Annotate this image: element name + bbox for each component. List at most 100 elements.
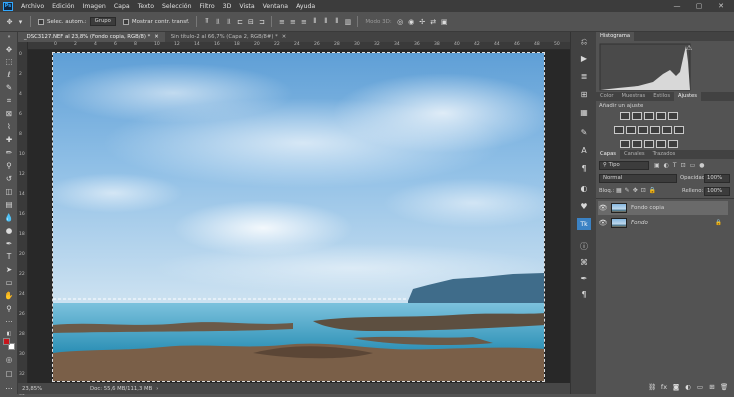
- quick-selection-tool-icon[interactable]: ✎: [3, 82, 15, 93]
- rectangle-tool-icon[interactable]: ▭: [3, 277, 15, 288]
- black-white-icon[interactable]: [638, 126, 648, 134]
- distribute-hcenter-icon[interactable]: ⦀: [320, 16, 331, 27]
- menu-ventana[interactable]: Ventana: [259, 3, 292, 10]
- move-tool-icon[interactable]: ✥: [4, 16, 15, 27]
- move-tool-icon[interactable]: ✥: [3, 44, 15, 55]
- auto-select-option[interactable]: Selec. autom.:: [35, 16, 90, 27]
- layer-row-fondo-copia[interactable]: 👁 Fondo copia: [598, 201, 728, 215]
- frame-tool-icon[interactable]: ⊠: [3, 108, 15, 119]
- add-mask-icon[interactable]: ◙: [672, 383, 680, 391]
- distribute-left-icon[interactable]: ⦀: [309, 16, 320, 27]
- blend-mode-select[interactable]: Normal: [599, 174, 677, 183]
- toolbar-collapse-icon[interactable]: »: [3, 34, 15, 40]
- clone-source-panel-icon[interactable]: ◐: [577, 182, 591, 194]
- menu-seleccion[interactable]: Selección: [158, 3, 196, 10]
- group-select[interactable]: Grupo: [89, 17, 116, 26]
- gradient-tool-icon[interactable]: ▤: [3, 199, 15, 210]
- tab-histogram[interactable]: Histograma: [596, 32, 635, 41]
- glyphs-panel-icon[interactable]: ¶: [577, 288, 591, 300]
- marquee-tool-icon[interactable]: ⬚: [3, 56, 15, 67]
- auto-select-checkbox[interactable]: [38, 18, 44, 25]
- distribute-vcenter-icon[interactable]: ≡: [287, 16, 298, 27]
- align-bottom-icon[interactable]: ⫫: [223, 16, 234, 27]
- new-adjustment-icon[interactable]: ◐: [684, 383, 692, 391]
- new-layer-icon[interactable]: ⊞: [708, 383, 716, 391]
- menu-imagen[interactable]: Imagen: [79, 3, 110, 10]
- tab-canales[interactable]: Canales: [620, 150, 649, 159]
- tab-muestras[interactable]: Muestras: [618, 92, 650, 101]
- photo-filter-icon[interactable]: [650, 126, 660, 134]
- align-top-icon[interactable]: ⫪: [201, 16, 212, 27]
- info-panel-icon[interactable]: ⓘ: [577, 240, 591, 252]
- swatches-panel-icon[interactable]: ▦: [577, 106, 591, 118]
- path-selection-tool-icon[interactable]: ➤: [3, 264, 15, 275]
- tab-estilos[interactable]: Estilos: [649, 92, 674, 101]
- more-tools-icon[interactable]: ⋯: [3, 316, 15, 327]
- blur-tool-icon[interactable]: 💧: [3, 212, 15, 223]
- layer-filter-icons[interactable]: ▣◐T⊡▭●: [654, 162, 730, 170]
- curves-icon[interactable]: [644, 112, 654, 120]
- threshold-icon[interactable]: [644, 140, 654, 148]
- ruler-horizontal[interactable]: 0 2 4 6 8 10 12 14 16 18 20 22 24 26 28 30 32 34 36 38 40 42 4…: [28, 42, 570, 50]
- layer-row-fondo[interactable]: 👁 Fondo 🔒: [598, 216, 728, 230]
- ruler-vertical[interactable]: 0 2 4 6 8 10 12 14 16 18 20 22 24 26 28 30 32 34: [18, 42, 28, 397]
- menu-archivo[interactable]: Archivo: [17, 3, 48, 10]
- status-menu-icon[interactable]: ›: [156, 386, 158, 392]
- align-left-icon[interactable]: ⊏: [234, 16, 245, 27]
- document-image[interactable]: [52, 52, 545, 382]
- learn-panel-icon[interactable]: Tk: [577, 218, 591, 230]
- brush-panel-icon[interactable]: ✎: [577, 126, 591, 138]
- zoom-level[interactable]: 23,85%: [22, 386, 62, 392]
- show-transform-checkbox[interactable]: [122, 18, 129, 25]
- align-right-icon[interactable]: ⊐: [256, 16, 267, 27]
- align-hcenter-icon[interactable]: ⊟: [245, 16, 256, 27]
- close-tab-icon[interactable]: ✕: [282, 32, 286, 42]
- paths-panel-icon[interactable]: ✒: [577, 272, 591, 284]
- vibrance-icon[interactable]: [668, 112, 678, 120]
- color-lookup-icon[interactable]: [674, 126, 684, 134]
- foreground-color-swatch[interactable]: [3, 338, 10, 345]
- character-panel-icon[interactable]: A: [577, 144, 591, 156]
- roll-3d-icon[interactable]: ◉: [406, 16, 417, 27]
- new-group-icon[interactable]: ▭: [696, 383, 704, 391]
- close-window-button[interactable]: ✕: [710, 0, 732, 12]
- tab-ajustes[interactable]: Ajustes: [674, 92, 701, 101]
- gradient-map-icon[interactable]: [656, 140, 666, 148]
- zoom-tool-icon[interactable]: ⚲: [3, 303, 15, 314]
- pen-tool-icon[interactable]: ✒: [3, 238, 15, 249]
- eye-icon[interactable]: 👁: [598, 219, 608, 227]
- menu-3d[interactable]: 3D: [219, 3, 236, 10]
- navigator-panel-icon[interactable]: ⌘: [577, 256, 591, 268]
- hand-tool-icon[interactable]: ✋: [3, 290, 15, 301]
- pan-3d-icon[interactable]: ✢: [417, 16, 428, 27]
- tab-capas[interactable]: Capas: [596, 150, 620, 159]
- properties-panel-icon[interactable]: ≣: [577, 70, 591, 82]
- history-brush-tool-icon[interactable]: ↺: [3, 173, 15, 184]
- menu-filtro[interactable]: Filtro: [196, 3, 219, 10]
- histogram-warning-icon[interactable]: ⚠: [686, 44, 692, 52]
- tool-preset-dropdown-icon[interactable]: ▾: [15, 16, 26, 27]
- levels-icon[interactable]: [632, 112, 642, 120]
- exposure-icon[interactable]: [656, 112, 666, 120]
- adjust-panel-icon[interactable]: ⊞: [577, 88, 591, 100]
- delete-layer-icon[interactable]: 🗑: [720, 383, 728, 391]
- tab-trazados[interactable]: Trazados: [649, 150, 680, 159]
- libraries-panel-icon[interactable]: ♥: [577, 200, 591, 212]
- close-tab-icon[interactable]: ✕: [154, 32, 158, 42]
- healing-brush-tool-icon[interactable]: ✚: [3, 134, 15, 145]
- orbit-3d-icon[interactable]: ◎: [395, 16, 406, 27]
- lasso-tool-icon[interactable]: ℓ: [3, 69, 15, 80]
- menu-edicion[interactable]: Edición: [48, 3, 78, 10]
- selective-color-icon[interactable]: [668, 140, 678, 148]
- edit-toolbar-icon[interactable]: …: [3, 381, 15, 392]
- invert-icon[interactable]: [620, 140, 630, 148]
- tab-dsc3127[interactable]: _DSC3127.NEF al 23,8% (Fondo copia, RGB/…: [18, 32, 165, 42]
- link-layers-icon[interactable]: ⛓: [648, 383, 656, 391]
- eyedropper-tool-icon[interactable]: ⌇: [3, 121, 15, 132]
- menu-ayuda[interactable]: Ayuda: [292, 3, 319, 10]
- screen-mode-icon[interactable]: ▢: [3, 368, 15, 379]
- align-vcenter-icon[interactable]: ⫫: [212, 16, 223, 27]
- lock-options[interactable]: ▦✎✥⊡🔒: [616, 187, 664, 195]
- brush-tool-icon[interactable]: ✏: [3, 147, 15, 158]
- slide-3d-icon[interactable]: ⇄: [428, 16, 439, 27]
